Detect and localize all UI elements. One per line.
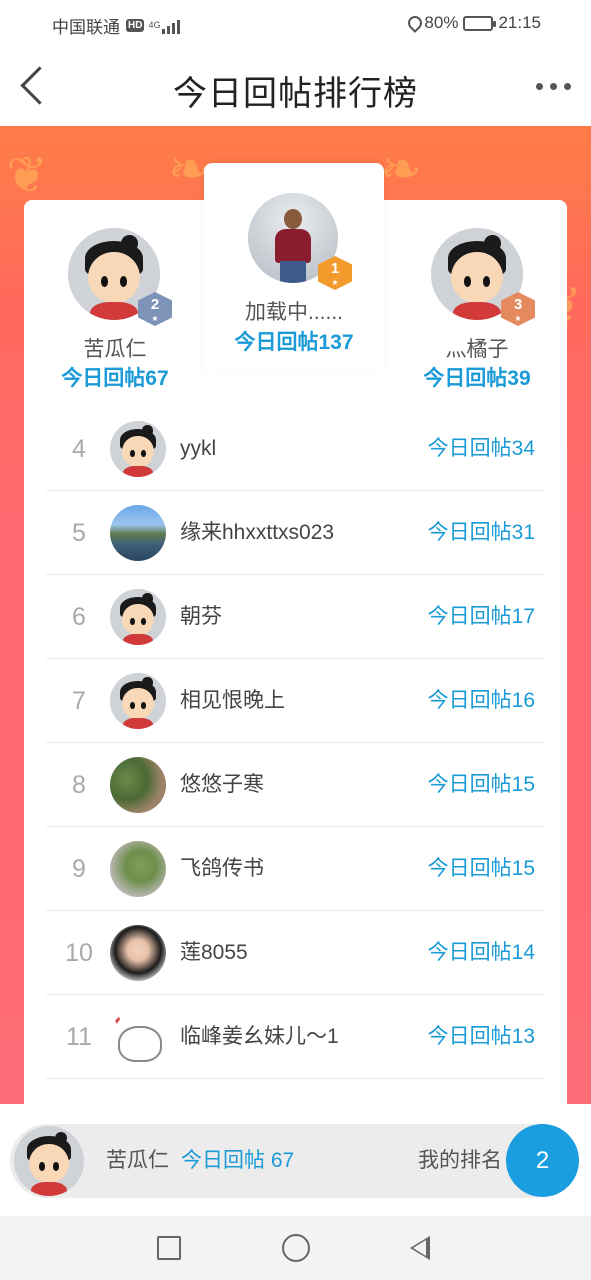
- list-count: 今日回帖17: [427, 605, 535, 628]
- list-rank: 6: [72, 603, 86, 631]
- cartoon-girl-avatar-icon[interactable]: [110, 589, 166, 645]
- list-count: 今日回帖14: [427, 941, 535, 964]
- lake-photo-avatar-icon[interactable]: [110, 505, 166, 561]
- podium-count-rank-3: 今日回帖39: [423, 367, 531, 390]
- recent-apps-icon[interactable]: [157, 1236, 181, 1260]
- garden-photo-avatar-icon[interactable]: [110, 757, 166, 813]
- nav-back-icon[interactable]: [410, 1236, 430, 1260]
- status-right: 80% 21:15: [407, 13, 541, 33]
- podium-name-rank-1: 加载中......: [244, 301, 343, 324]
- my-rank-bar: 苦瓜仁 今日回帖 67 我的排名: [0, 1104, 591, 1216]
- hand-photo-avatar-icon[interactable]: [110, 841, 166, 897]
- list-rank: 8: [72, 771, 86, 799]
- page-title: 今日回帖排行榜: [173, 75, 418, 113]
- list-rank: 9: [72, 855, 86, 883]
- my-avatar-cartoon-girl-icon[interactable]: [12, 1124, 86, 1198]
- list-rank: 10: [65, 939, 93, 967]
- carrier-label: 中国联通: [52, 18, 120, 37]
- my-username: 苦瓜仁: [106, 1149, 169, 1172]
- podium-count-rank-2: 今日回帖67: [61, 367, 169, 390]
- list-username: 临峰姜幺妹儿～1: [180, 1025, 339, 1048]
- header: 今日回帖排行榜: [0, 46, 591, 126]
- network-type: 4G: [148, 20, 161, 30]
- more-icon[interactable]: [531, 74, 575, 98]
- rank-badge-number: 2: [150, 296, 160, 313]
- status-bar: 中国联通 HD 4G 80% 21:15: [0, 0, 591, 46]
- list-username: 缘来hhxxttxs023: [180, 521, 335, 544]
- list-username: 飞鸽传书: [180, 857, 264, 880]
- woman-photo-avatar-icon[interactable]: [110, 925, 166, 981]
- list-item[interactable]: 11 临峰姜幺妹儿～1 今日回帖13: [46, 995, 544, 1079]
- list-rank: 5: [72, 519, 86, 547]
- podium-name-rank-2: 苦瓜仁: [83, 338, 147, 361]
- cartoon-cat-avatar-icon[interactable]: [110, 1009, 166, 1065]
- battery-icon: [463, 15, 497, 31]
- list-username: yykl: [180, 437, 217, 460]
- cartoon-girl-avatar-icon[interactable]: [110, 673, 166, 729]
- list-username: 悠悠子寒: [180, 773, 264, 796]
- home-icon[interactable]: [282, 1234, 310, 1262]
- my-rank-number[interactable]: 2: [506, 1124, 579, 1197]
- my-reply-count: 今日回帖 67: [181, 1149, 295, 1172]
- rank-badge-number: 1: [330, 260, 340, 277]
- list-username: 朝芬: [180, 605, 222, 628]
- list-username: 莲8055: [180, 941, 248, 964]
- list-rank: 4: [72, 435, 86, 463]
- leaf-decoration-icon: ❧: [380, 141, 422, 197]
- list-count: 今日回帖34: [427, 437, 535, 460]
- list-count: 今日回帖15: [427, 773, 535, 796]
- list-item[interactable]: 4 yykl 今日回帖34: [46, 407, 544, 491]
- podium-count-rank-1: 今日回帖137: [234, 331, 354, 354]
- status-left: 中国联通 HD 4G: [52, 13, 181, 38]
- podium-name-rank-3: 灬橘子: [445, 338, 509, 361]
- list-item[interactable]: 6 朝芬 今日回帖17: [46, 575, 544, 659]
- list-item[interactable]: 8 悠悠子寒 今日回帖15: [46, 743, 544, 827]
- ranking-list: 4 yykl 今日回帖34 5 缘来hhxxttxs023 今日回帖31 6 朝…: [46, 407, 544, 1079]
- list-item[interactable]: 9 飞鸽传书 今日回帖15: [46, 827, 544, 911]
- my-rank-pill[interactable]: 苦瓜仁 今日回帖 67 我的排名: [10, 1124, 570, 1198]
- list-count: 今日回帖15: [427, 857, 535, 880]
- leaf-decoration-icon: ❦: [6, 147, 48, 203]
- hd-badge: HD: [126, 19, 145, 32]
- list-rank: 7: [72, 687, 86, 715]
- list-count: 今日回帖31: [427, 521, 535, 544]
- rank-badge-number: 3: [513, 296, 523, 313]
- cartoon-girl-avatar-icon[interactable]: [110, 421, 166, 477]
- list-item[interactable]: 7 相见恨晚上 今日回帖16: [46, 659, 544, 743]
- battery-percent: 80%: [424, 13, 459, 32]
- list-username: 相见恨晚上: [180, 689, 285, 712]
- clock: 21:15: [498, 13, 541, 32]
- my-rank-label: 我的排名: [418, 1149, 502, 1172]
- location-icon: [407, 15, 419, 31]
- signal-icon: [162, 18, 181, 34]
- list-rank: 11: [66, 1023, 92, 1051]
- list-item[interactable]: 5 缘来hhxxttxs023 今日回帖31: [46, 491, 544, 575]
- list-count: 今日回帖13: [427, 1025, 535, 1048]
- list-item[interactable]: 10 莲8055 今日回帖14: [46, 911, 544, 995]
- system-nav-bar: [0, 1216, 591, 1280]
- list-count: 今日回帖16: [427, 689, 535, 712]
